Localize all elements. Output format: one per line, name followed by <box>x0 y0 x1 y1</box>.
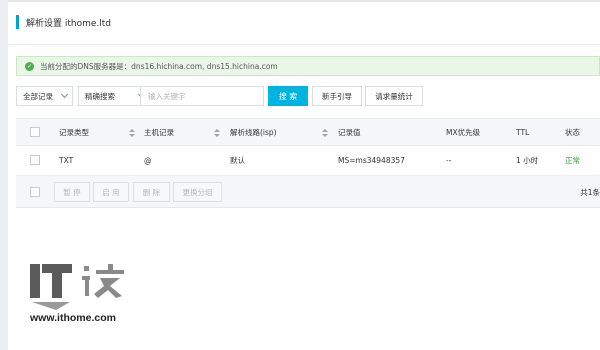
watermark-url: www.ithome.com <box>30 312 116 324</box>
table-footer: 暂 停 启 用 删 除 更换分组 共1条 <box>16 176 600 208</box>
enable-button[interactable]: 启 用 <box>93 182 129 202</box>
header-accent-bar <box>16 15 19 29</box>
search-button[interactable]: 搜 索 <box>268 86 308 106</box>
record-status: 正常 <box>565 156 580 165</box>
record-line: 默认 <box>230 156 245 165</box>
pause-button[interactable]: 暂 停 <box>54 182 90 202</box>
column-header-mx: MX优先级 <box>446 127 481 137</box>
record-mx: -- <box>446 156 452 165</box>
top-border <box>8 0 600 2</box>
table-header: 记录类型 主机记录 解析线路(isp) 记录值 MX优先级 TTL 状态 <box>16 118 600 146</box>
search-placeholder: 输入关键字 <box>148 91 186 101</box>
sort-icon[interactable] <box>129 129 135 138</box>
column-header-type[interactable]: 记录类型 <box>59 119 89 145</box>
left-strip <box>0 0 8 350</box>
row-checkbox[interactable] <box>30 155 40 165</box>
search-mode-value: 精确搜索 <box>85 91 115 101</box>
table-row: TXT @ 默认 MS=ms34948357 -- 1 小时 正常 <box>16 146 600 176</box>
column-header-host[interactable]: 主机记录 <box>144 119 174 145</box>
record-host: @ <box>144 156 152 165</box>
stats-button[interactable]: 请求量统计 <box>365 86 423 106</box>
column-header-line[interactable]: 解析线路(isp) <box>230 119 277 145</box>
footer-select-checkbox[interactable] <box>30 187 40 197</box>
column-header-value[interactable]: 记录值 <box>338 119 361 145</box>
dns-notice-text: 当前分配的DNS服务器是：dns16.hichina.com, dns15.hi… <box>40 61 278 71</box>
records-table: 记录类型 主机记录 解析线路(isp) 记录值 MX优先级 TTL 状态 TXT… <box>16 118 600 208</box>
record-filter-value: 全部记录 <box>23 91 53 101</box>
page-title: 解析设置 ithome.ltd <box>26 18 112 29</box>
sort-icon[interactable] <box>322 129 328 138</box>
search-input[interactable]: 输入关键字 <box>140 86 264 106</box>
change-group-button[interactable]: 更换分组 <box>173 182 222 202</box>
check-circle-icon: ✓ <box>25 61 34 71</box>
sort-icon[interactable] <box>214 129 220 138</box>
record-type: TXT <box>59 156 74 165</box>
header-divider <box>8 44 600 45</box>
dns-notice: ✓ 当前分配的DNS服务器是：dns16.hichina.com, dns15.… <box>16 56 600 76</box>
record-filter-select[interactable]: 全部记录 <box>16 86 73 106</box>
chevron-down-icon <box>60 90 69 99</box>
column-header-ttl: TTL <box>516 127 530 137</box>
record-ttl: 1 小时 <box>516 156 539 165</box>
record-total: 共1条 <box>580 187 600 197</box>
record-value: MS=ms34948357 <box>338 156 405 165</box>
select-all-checkbox[interactable] <box>30 127 40 137</box>
guide-button[interactable]: 新手引导 <box>312 86 362 106</box>
delete-button[interactable]: 删 除 <box>133 182 170 202</box>
column-header-status: 状态 <box>565 127 580 137</box>
page-header: 解析设置 ithome.ltd <box>16 12 111 32</box>
